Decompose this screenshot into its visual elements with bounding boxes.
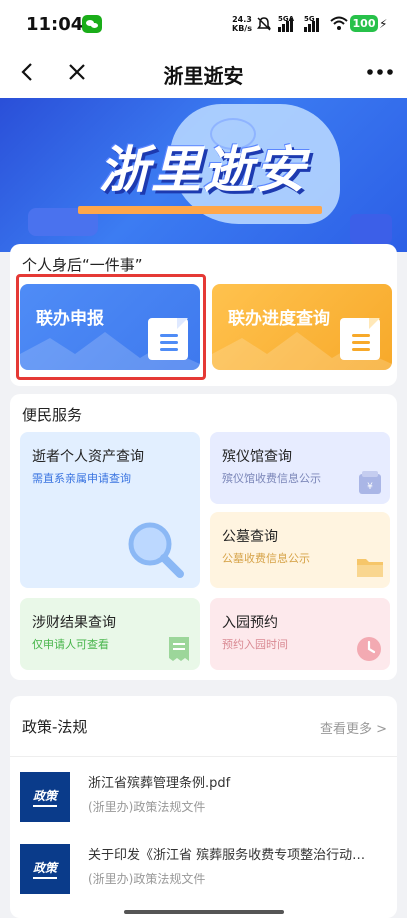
joint-progress-query-button[interactable]: 联办进度查询 (212, 284, 392, 370)
policy-item-title: 浙江省殡葬管理条例.pdf (88, 776, 231, 791)
funeral-home-query-tile[interactable]: 殡仪馆查询 殡仪馆收费信息公示 ¥ (210, 432, 390, 504)
tile-subtitle: 殡仪馆收费信息公示 (222, 472, 321, 485)
estate-result-query-tile[interactable]: 涉财结果查询 仅申请人可查看 (20, 598, 200, 670)
divider (10, 756, 397, 757)
hero-banner: 浙里逝安 (0, 98, 407, 252)
wechat-icon (82, 15, 102, 33)
banner-decoration (350, 214, 392, 244)
section-title: 个人身后“一件事” (22, 256, 143, 274)
park-entry-booking-tile[interactable]: 入园预约 预约入园时间 (210, 598, 390, 670)
clock-icon (357, 637, 381, 661)
tile-title: 入园预约 (222, 615, 278, 631)
tile-subtitle: 公墓收费信息公示 (222, 552, 310, 565)
convenience-services-card: 便民服务 逝者个人资产查询 需直系亲属申请查询 殡仪馆查询 殡仪馆收费信息公示 … (10, 394, 397, 680)
wifi-icon (330, 16, 348, 30)
policy-regulations-card: 政策-法规 查看更多 > 政策 浙江省殡葬管理条例.pdf (浙里办)政策法规文… (10, 696, 397, 918)
tile-subtitle: 需直系亲属申请查询 (32, 472, 131, 485)
deceased-assets-query-tile[interactable]: 逝者个人资产查询 需直系亲属申请查询 (20, 432, 200, 588)
document-icon (148, 318, 188, 360)
tile-label: 联办申报 (36, 309, 104, 329)
title-bar: 浙里逝安 (0, 46, 407, 98)
network-speed: 24.3 KB/s (232, 15, 252, 33)
policy-item-source: (浙里办)政策法规文件 (88, 872, 206, 886)
tile-title: 涉财结果查询 (32, 615, 116, 631)
battery-icon: 100 (350, 15, 378, 32)
tile-title: 殡仪馆查询 (222, 449, 292, 465)
more-icon[interactable] (360, 46, 400, 98)
joint-application-button[interactable]: 联办申报 (20, 284, 200, 370)
banner-underline (78, 206, 322, 214)
policy-badge-icon: 政策 (20, 844, 70, 894)
tile-label: 联办进度查询 (228, 309, 330, 329)
tile-subtitle: 预约入园时间 (222, 638, 288, 651)
document-icon (340, 318, 380, 360)
policy-list-item[interactable]: 政策 关于印发《浙江省 殡葬服务收费专项整治行动… (浙里办)政策法规文件 (20, 842, 390, 898)
tile-title: 逝者个人资产查询 (32, 449, 144, 465)
signal-5g-icon: 5G (304, 15, 326, 32)
home-indicator[interactable] (124, 910, 284, 914)
policy-item-source: (浙里办)政策法规文件 (88, 800, 206, 814)
posthumous-affairs-card: 个人身后“一件事” 联办申报 联办进度查询 (10, 244, 397, 386)
section-title: 便民服务 (22, 406, 83, 424)
banner-title: 浙里逝安 (99, 141, 307, 199)
tile-subtitle: 仅申请人可查看 (32, 638, 109, 651)
signal-5ga-icon: 5GA (278, 15, 300, 32)
page-title: 浙里逝安 (163, 64, 244, 88)
tile-title: 公墓查询 (222, 529, 278, 545)
receipt-icon (169, 637, 189, 661)
mute-bell-icon (257, 17, 271, 31)
magnifier-icon (128, 522, 184, 578)
policy-badge-icon: 政策 (20, 772, 70, 822)
section-title: 政策-法规 (22, 718, 88, 736)
charging-icon: ⚡ (379, 17, 388, 31)
policy-list-item[interactable]: 政策 浙江省殡葬管理条例.pdf (浙里办)政策法规文件 (20, 770, 390, 826)
cemetery-query-tile[interactable]: 公墓查询 公墓收费信息公示 (210, 512, 390, 588)
wallet-icon: ¥ (359, 471, 381, 494)
status-time: 11:04 (26, 14, 84, 35)
folder-icon (357, 559, 383, 577)
view-more-link[interactable]: 查看更多 > (320, 718, 387, 737)
status-bar: 11:04 24.3 KB/s 5GA 5G 100 ⚡ (0, 0, 407, 46)
svg-text:¥: ¥ (367, 482, 373, 492)
policy-item-title: 关于印发《浙江省 殡葬服务收费专项整治行动… (88, 848, 366, 863)
